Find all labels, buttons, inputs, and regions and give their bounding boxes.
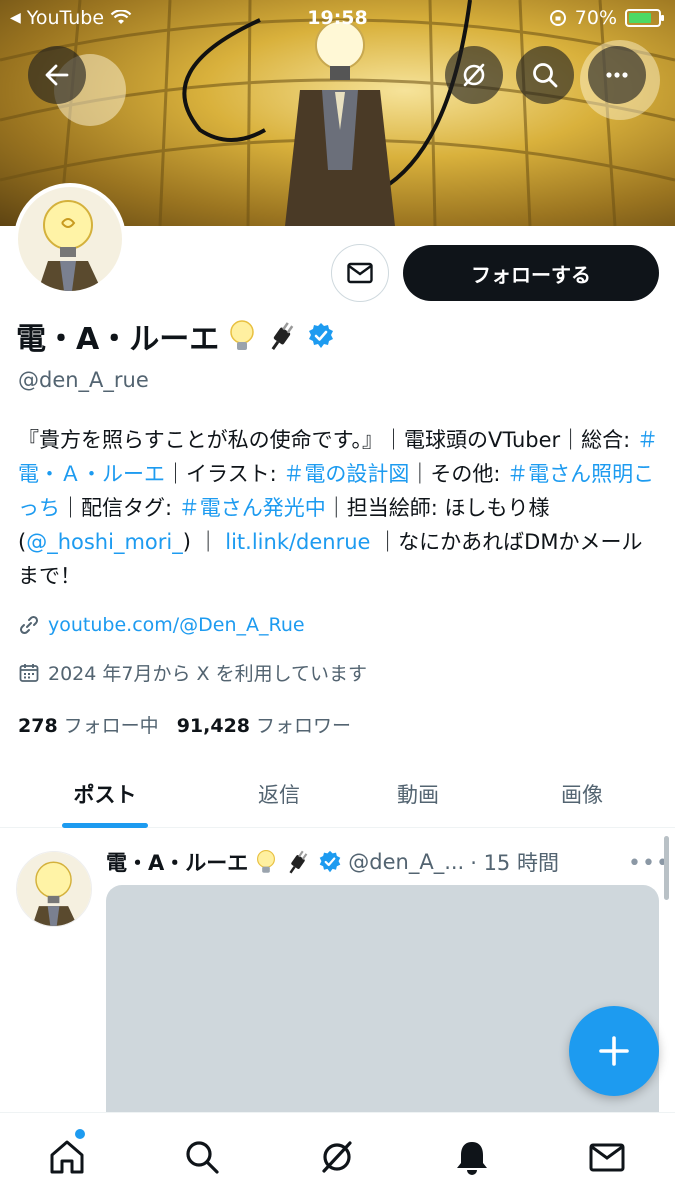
followers-count: 91,428 — [176, 715, 251, 737]
post-author-handle: @den_A_... — [348, 850, 465, 874]
link-icon — [19, 615, 39, 635]
joined-row: 2024 年7月から X を利用しています — [18, 659, 367, 686]
post-time: · 15 時間 — [470, 851, 559, 875]
bio-url-link[interactable]: lit.link/denrue — [225, 530, 370, 554]
lightbulb-emoji-icon — [230, 320, 254, 350]
battery-percent: 70% — [574, 7, 617, 29]
bio-text: ｜イラスト: — [165, 462, 284, 486]
follow-stats: 278 フォロー中 91,428 フォロワー — [18, 711, 351, 738]
mail-icon — [347, 262, 373, 284]
follow-button[interactable]: フォローする — [403, 245, 659, 301]
profile-name-text: 電・A・ルーエ — [16, 322, 220, 357]
following-count: 278 — [18, 715, 58, 737]
website-link[interactable]: youtube.com/@Den_A_Rue — [48, 614, 305, 636]
search-icon — [533, 63, 558, 88]
nav-notifications[interactable] — [450, 1135, 494, 1179]
scrollbar[interactable] — [664, 836, 669, 900]
bio-text: ) ｜ — [182, 530, 226, 554]
nav-grok[interactable] — [315, 1135, 359, 1179]
grok-icon — [463, 63, 485, 87]
profile-name: 電・A・ルーエ — [16, 314, 335, 358]
post-header: 電・A・ルーエ @den_A_... · 15 時間 — [106, 847, 559, 877]
post-avatar-image — [17, 852, 91, 926]
bio-text: ｜配信タグ: — [60, 496, 179, 520]
post-item[interactable]: 電・A・ルーエ @den_A_... · 15 時間 ••• — [0, 829, 675, 1145]
profile-bio: 『貴方を照らすことが私の使命です。』｜電球頭のVTuber｜総合: ＃電・Ａ・ル… — [18, 423, 658, 593]
electric-plug-emoji-icon — [271, 322, 294, 350]
nav-search[interactable] — [180, 1135, 224, 1179]
bottom-navigation — [0, 1112, 675, 1200]
compose-post-button[interactable] — [569, 1006, 659, 1096]
followers-stat[interactable]: 91,428 フォロワー — [177, 711, 351, 738]
search-icon — [186, 1141, 219, 1174]
calendar-icon — [19, 663, 39, 682]
mail-icon — [589, 1143, 625, 1172]
notification-dot — [75, 1129, 85, 1139]
lightbulb-emoji-icon — [257, 849, 276, 873]
post-media[interactable] — [106, 885, 659, 1145]
bio-text: ｜その他: — [409, 462, 508, 486]
profile-tabs: ポスト 返信 動画 画像 — [0, 760, 675, 828]
profile-handle: @den_A_rue — [18, 368, 149, 392]
nav-home[interactable] — [45, 1129, 89, 1179]
orientation-lock-icon — [549, 10, 566, 26]
verified-badge-icon — [319, 850, 341, 873]
following-stat[interactable]: 278 フォロー中 — [18, 711, 159, 738]
bell-icon — [457, 1142, 487, 1175]
followers-label: フォロワー — [256, 715, 352, 737]
plus-icon — [599, 1036, 629, 1066]
post-author-name[interactable]: 電・A・ルーエ — [106, 847, 248, 877]
profile-avatar[interactable] — [14, 183, 126, 295]
following-label: フォロー中 — [63, 715, 159, 737]
message-button[interactable] — [331, 244, 389, 302]
website-row: youtube.com/@Den_A_Rue — [18, 614, 305, 636]
home-icon — [50, 1140, 84, 1174]
hashtag-link[interactable]: ＃電の設計図 — [283, 462, 409, 486]
back-arrow-icon — [45, 64, 69, 86]
nav-messages[interactable] — [585, 1135, 629, 1179]
verified-badge-icon — [309, 323, 334, 348]
back-button[interactable] — [28, 46, 86, 104]
grok-button[interactable] — [445, 46, 503, 104]
hashtag-link[interactable]: ＃電さん発光中 — [179, 496, 326, 520]
mention-link[interactable]: @_hoshi_mori_ — [26, 530, 183, 554]
electric-plug-emoji-icon — [289, 850, 308, 874]
tab-replies[interactable]: 返信 — [220, 760, 338, 828]
search-button[interactable] — [516, 46, 574, 104]
avatar-image — [18, 187, 122, 291]
active-tab-indicator — [62, 823, 148, 828]
more-button[interactable] — [588, 46, 646, 104]
grok-icon — [322, 1141, 352, 1173]
tab-videos[interactable]: 動画 — [358, 760, 478, 828]
joined-date: 2024 年7月から X を利用しています — [48, 663, 368, 685]
status-bar: ◀ YouTube 19:58 70% — [0, 0, 675, 40]
post-avatar[interactable] — [16, 851, 92, 927]
more-icon — [606, 72, 628, 78]
bio-text: 『貴方を照らすことが私の使命です。』｜電球頭のVTuber｜総合: — [18, 428, 637, 452]
tab-posts[interactable]: ポスト — [40, 760, 170, 828]
battery-icon — [625, 9, 664, 27]
tab-media[interactable]: 画像 — [522, 760, 642, 828]
